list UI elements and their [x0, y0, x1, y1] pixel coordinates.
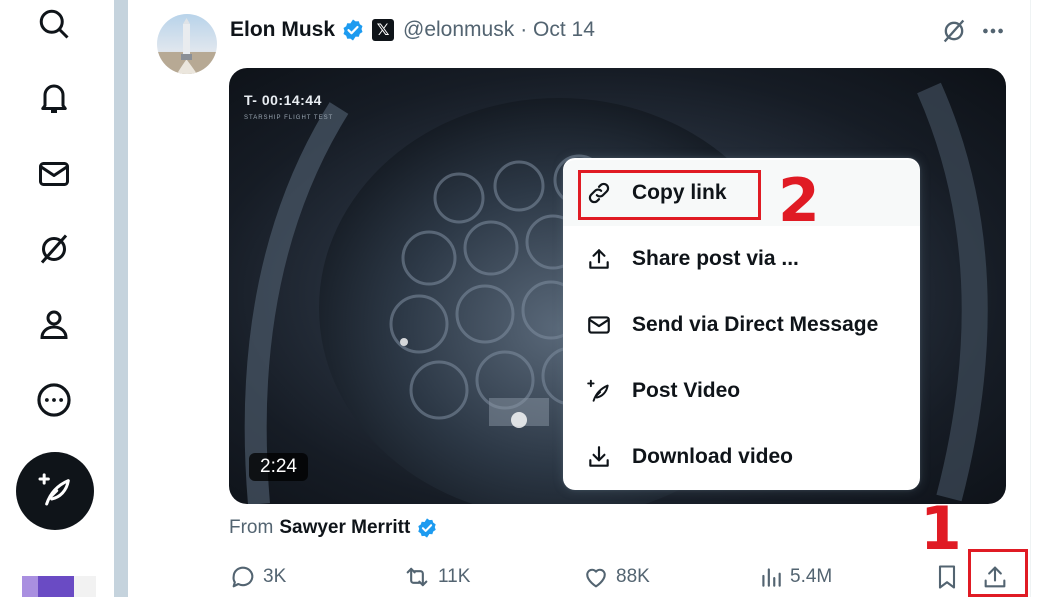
bookmark-icon	[933, 563, 961, 591]
author-handle[interactable]: @elonmusk	[403, 18, 514, 42]
like-count: 88K	[616, 566, 650, 587]
post-header: Elon Musk 𝕏 @elonmusk · Oct 14	[230, 15, 595, 45]
menu-item-download-video[interactable]: Download video	[563, 424, 920, 490]
from-prefix: From	[229, 517, 274, 538]
account-switcher-stub	[74, 576, 96, 597]
video-source-line: From Sawyer Merritt	[229, 517, 438, 539]
more-circle-icon[interactable]	[30, 376, 78, 424]
annotation-step-2: 2	[778, 166, 820, 236]
menu-item-send-dm[interactable]: Send via Direct Message	[563, 292, 920, 358]
menu-item-label: Send via Direct Message	[632, 313, 879, 336]
like-button[interactable]: 88K	[582, 562, 650, 592]
repost-button[interactable]: 11K	[402, 562, 470, 592]
bell-icon[interactable]	[30, 74, 78, 122]
highlight-copy-link	[578, 170, 761, 220]
search-icon[interactable]	[30, 0, 78, 48]
post-feather-icon	[585, 377, 613, 405]
heart-icon	[582, 563, 610, 591]
author-avatar[interactable]	[157, 14, 217, 74]
profile-icon[interactable]	[30, 300, 78, 348]
grok-icon[interactable]	[30, 225, 78, 273]
column-divider	[114, 0, 128, 597]
share-upload-icon	[981, 563, 1009, 591]
annotation-step-1: 1	[920, 494, 962, 564]
post-date[interactable]: · Oct 14	[520, 18, 595, 42]
compose-post-button[interactable]	[16, 452, 94, 530]
menu-item-share-post-via[interactable]: Share post via ...	[563, 226, 920, 292]
verified-badge-icon	[416, 517, 438, 539]
menu-item-label: Share post via ...	[632, 247, 799, 270]
timeline-border	[1030, 0, 1031, 597]
mail-icon[interactable]	[30, 150, 78, 198]
verified-badge-icon	[341, 18, 365, 42]
source-author-name[interactable]: Sawyer Merritt	[279, 517, 410, 539]
repost-icon	[402, 563, 432, 591]
reply-count: 3K	[263, 566, 287, 587]
left-navigation	[0, 0, 112, 597]
grok-icon[interactable]	[939, 16, 969, 46]
menu-item-label: Post Video	[632, 379, 741, 402]
analytics-bars-icon	[758, 563, 784, 591]
video-overlay-subtitle: STARSHIP FLIGHT TEST	[244, 115, 334, 121]
account-avatar-partial[interactable]	[22, 576, 74, 597]
video-overlay-timer: T- 00:14:44	[244, 92, 322, 108]
compose-feather-icon	[35, 469, 75, 514]
more-options-icon[interactable]	[978, 16, 1008, 46]
author-name[interactable]: Elon Musk	[230, 18, 335, 42]
reply-button[interactable]: 3K	[229, 562, 286, 592]
views-button[interactable]: 5.4M	[758, 562, 832, 592]
x-affiliate-badge-icon: 𝕏	[372, 19, 395, 41]
mail-icon	[585, 311, 613, 339]
views-count: 5.4M	[790, 566, 833, 587]
reply-icon	[229, 563, 257, 591]
menu-item-post-video[interactable]: Post Video	[563, 358, 920, 424]
menu-item-label: Download video	[632, 445, 794, 468]
video-duration: 2:24	[249, 453, 308, 481]
bookmark-button[interactable]	[933, 562, 967, 592]
repost-count: 11K	[438, 566, 471, 587]
download-icon	[585, 443, 613, 471]
share-button[interactable]	[981, 562, 1015, 592]
share-upload-icon	[585, 245, 613, 273]
